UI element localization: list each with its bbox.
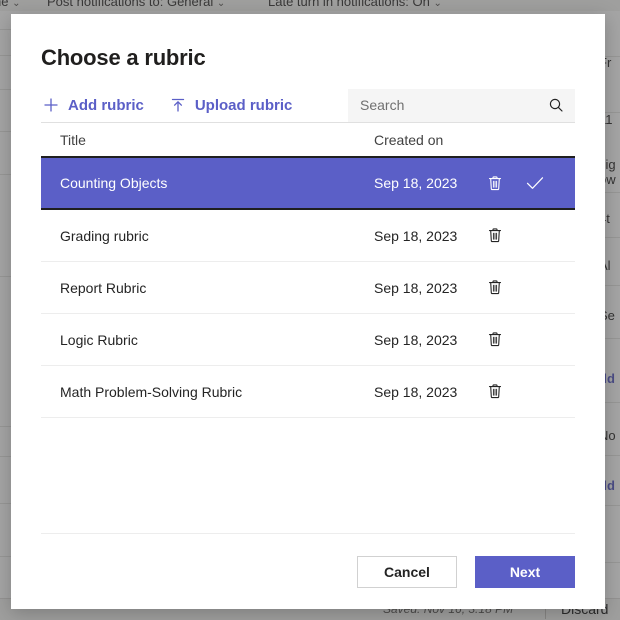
cancel-button[interactable]: Cancel [357, 555, 457, 588]
row-actions [486, 331, 575, 349]
table-row[interactable]: Counting Objects Sep 18, 2023 [41, 156, 575, 210]
row-actions [486, 174, 575, 192]
row-actions [486, 279, 575, 297]
delete-icon[interactable] [486, 174, 504, 192]
table-row[interactable]: Logic Rubric Sep 18, 2023 [41, 314, 575, 366]
rubric-title: Grading rubric [60, 227, 149, 244]
table-row[interactable]: Grading rubric Sep 18, 2023 [41, 210, 575, 262]
upload-rubric-label: Upload rubric [194, 96, 293, 114]
choose-rubric-dialog: Choose a rubric Add rubric Upload rubric… [11, 14, 605, 609]
table-header-row: Title Created on [41, 122, 575, 156]
rubric-created-on: Sep 18, 2023 [374, 227, 458, 244]
delete-icon[interactable] [486, 331, 504, 349]
upload-rubric-button[interactable]: Upload rubric [168, 90, 295, 120]
rubric-created-on: Sep 18, 2023 [374, 383, 458, 400]
search-icon[interactable] [548, 97, 564, 113]
add-rubric-label: Add rubric [68, 96, 144, 114]
upload-icon [170, 97, 186, 113]
rubric-title: Report Rubric [60, 279, 147, 296]
search-input[interactable] [348, 88, 575, 122]
table-empty-space [41, 418, 575, 533]
rubric-title: Counting Objects [60, 175, 168, 191]
dialog-action-row: Add rubric Upload rubric [11, 88, 605, 122]
delete-icon[interactable] [486, 227, 504, 245]
plus-icon [43, 97, 59, 113]
column-header-title[interactable]: Title [60, 132, 374, 148]
dialog-footer: Cancel Next [11, 534, 605, 609]
rubric-created-on: Sep 18, 2023 [374, 175, 458, 191]
rubric-table: Title Created on Counting Objects Sep 18… [41, 122, 575, 534]
rubric-created-on: Sep 18, 2023 [374, 279, 458, 296]
add-rubric-button[interactable]: Add rubric [41, 90, 146, 120]
screen-root: ne ⌄ Post notifications to: General ⌄ La… [0, 0, 620, 620]
table-row[interactable]: Math Problem-Solving Rubric Sep 18, 2023 [41, 366, 575, 418]
check-icon[interactable] [526, 174, 544, 192]
delete-icon[interactable] [486, 383, 504, 401]
table-row[interactable]: Report Rubric Sep 18, 2023 [41, 262, 575, 314]
row-actions [486, 383, 575, 401]
dialog-title: Choose a rubric [41, 45, 206, 70]
next-button[interactable]: Next [475, 555, 575, 588]
delete-icon[interactable] [486, 279, 504, 297]
search-box[interactable] [348, 88, 575, 122]
rubric-title: Math Problem-Solving Rubric [60, 383, 243, 400]
column-header-created-on[interactable]: Created on [374, 132, 486, 148]
rubric-created-on: Sep 18, 2023 [374, 331, 458, 348]
rubric-title: Logic Rubric [60, 331, 138, 348]
row-actions [486, 227, 575, 245]
